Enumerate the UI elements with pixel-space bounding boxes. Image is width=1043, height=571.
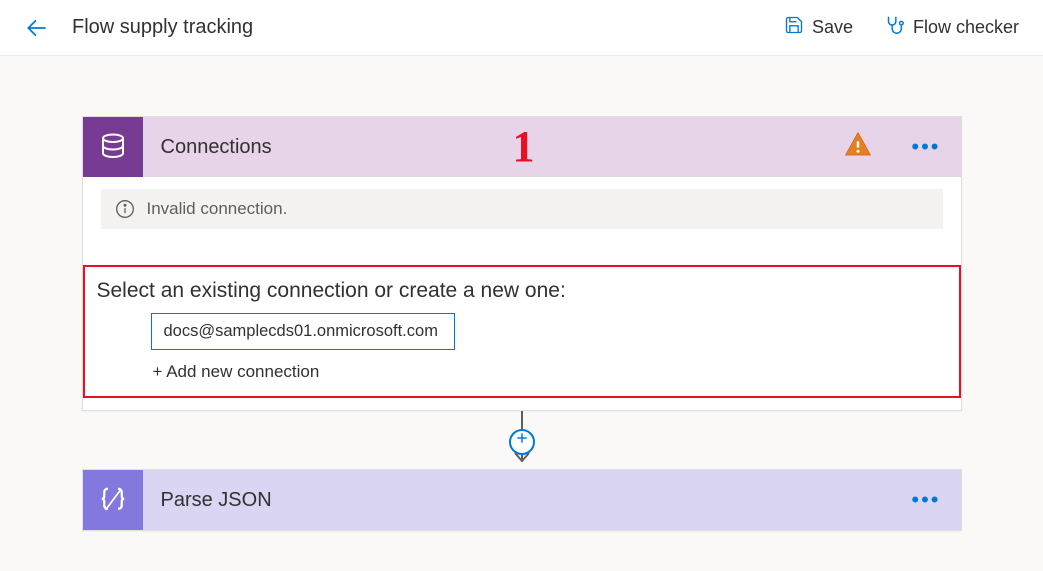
top-bar-left: Flow supply tracking — [24, 15, 253, 41]
save-label: Save — [812, 17, 853, 38]
connection-prompt: Select an existing connection or create … — [93, 279, 951, 303]
info-message: Invalid connection. — [147, 199, 288, 219]
back-arrow-button[interactable] — [24, 15, 50, 41]
parse-json-title: Parse JSON — [143, 489, 892, 512]
connection-selection-section: Select an existing connection or create … — [83, 265, 961, 398]
parse-json-card-header[interactable]: Parse JSON ••• — [83, 470, 961, 530]
plus-icon — [515, 431, 529, 445]
warning-icon — [843, 130, 873, 165]
stethoscope-icon — [883, 14, 905, 41]
top-bar: Flow supply tracking Save Flow checke — [0, 0, 1043, 56]
save-button[interactable]: Save — [784, 15, 853, 40]
flow-canvas: Connections 1 ••• Invalid connection. Se… — [0, 56, 1043, 531]
add-step-button[interactable] — [509, 429, 535, 455]
parse-json-more-button[interactable]: ••• — [891, 487, 960, 513]
connections-card: Connections 1 ••• Invalid connection. Se… — [82, 116, 962, 411]
flow-checker-label: Flow checker — [913, 17, 1019, 38]
save-icon — [784, 15, 804, 40]
connections-title: Connections — [143, 136, 844, 159]
database-icon — [83, 117, 143, 177]
flow-checker-button[interactable]: Flow checker — [883, 14, 1019, 41]
connections-more-button[interactable]: ••• — [891, 134, 960, 160]
annotation-1: 1 — [513, 121, 535, 172]
arrow-left-icon — [24, 15, 50, 41]
connector — [82, 411, 962, 469]
connections-card-header[interactable]: Connections 1 ••• — [83, 117, 961, 177]
braces-icon — [83, 470, 143, 530]
page-title: Flow supply tracking — [72, 16, 253, 39]
info-icon — [115, 199, 135, 219]
info-bar: Invalid connection. — [101, 189, 943, 229]
top-bar-right: Save Flow checker — [784, 14, 1019, 41]
add-new-connection-button[interactable]: + Add new connection — [153, 362, 951, 382]
existing-connection-option[interactable]: docs@samplecds01.onmicrosoft.com — [151, 313, 455, 350]
parse-json-card: Parse JSON ••• — [82, 469, 962, 531]
